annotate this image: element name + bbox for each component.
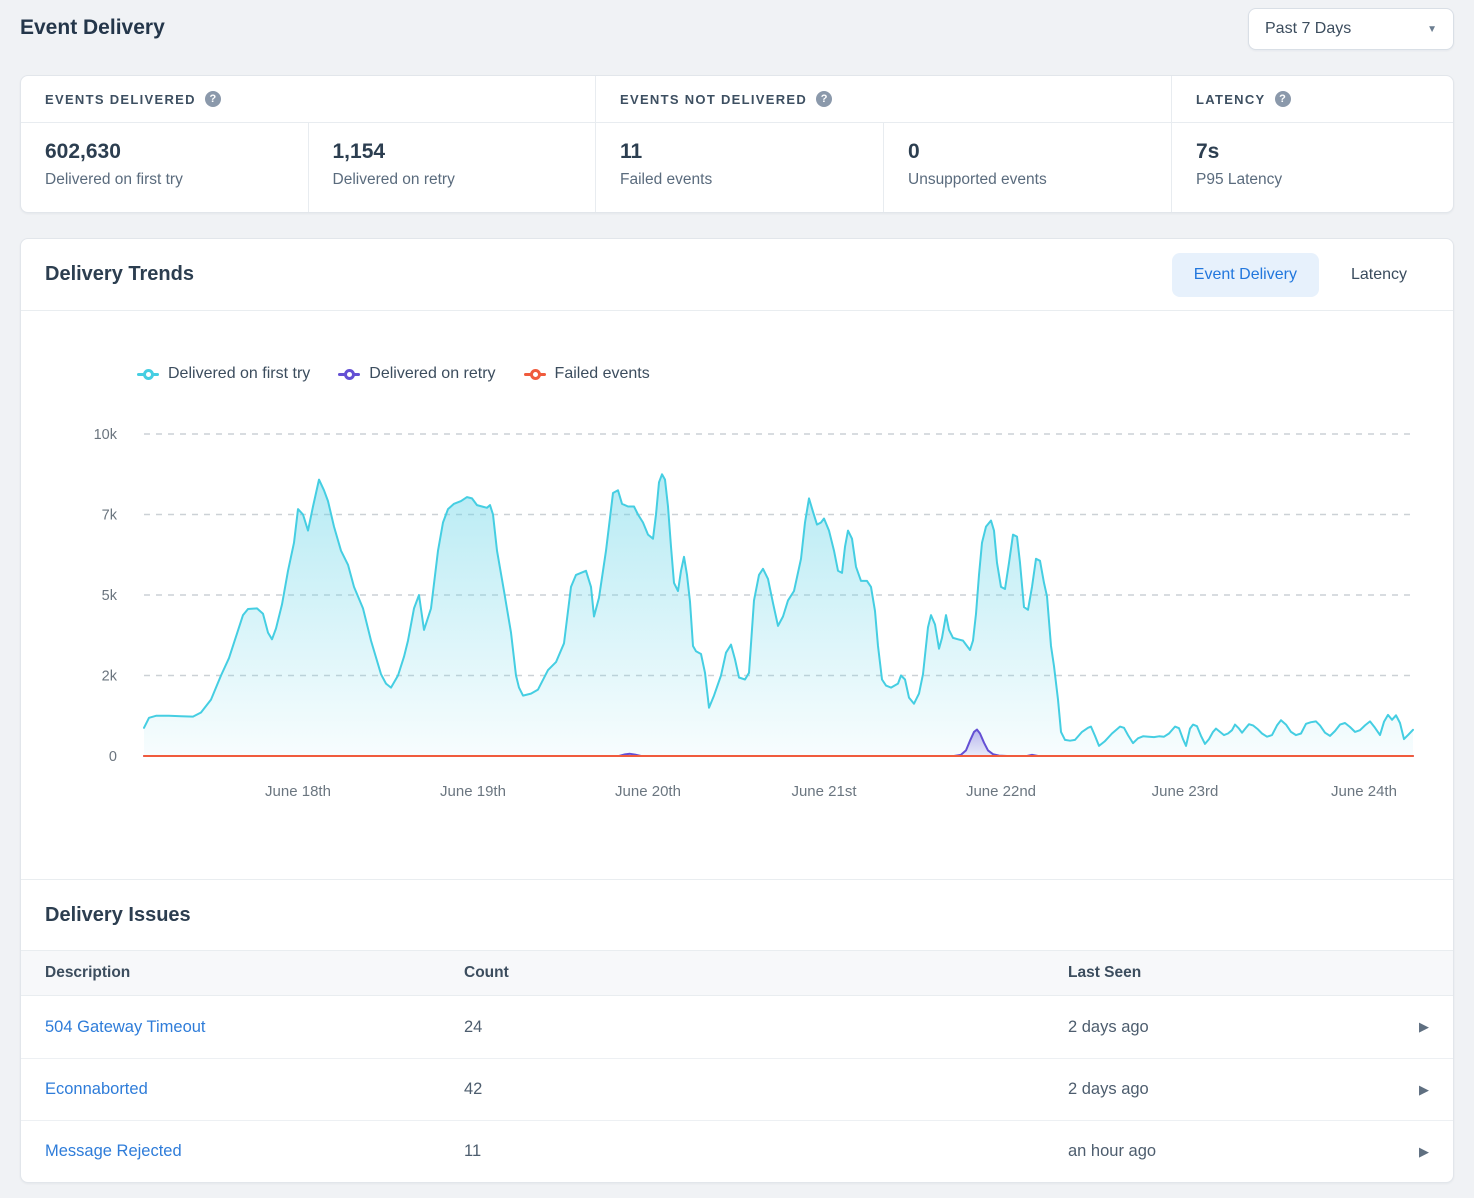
stat-group-events-delivered: EVENTS DELIVERED ? 602,630 Delivered on … bbox=[21, 76, 596, 212]
delivery-issues-header: Delivery Issues bbox=[21, 880, 1453, 950]
delivery-trends-title: Delivery Trends bbox=[45, 263, 194, 286]
delivery-trends-header: Delivery Trends Event Delivery Latency bbox=[21, 239, 1453, 311]
metric-label: Unsupported events bbox=[908, 171, 1171, 189]
issue-last-seen: 2 days ago bbox=[1068, 1018, 1399, 1037]
legend-item-failed[interactable]: Failed events bbox=[524, 365, 650, 383]
delivery-issues-title: Delivery Issues bbox=[45, 904, 191, 927]
table-row[interactable]: Message Rejected 11 an hour ago ▶ bbox=[21, 1120, 1453, 1182]
issue-count: 24 bbox=[464, 1018, 1068, 1037]
help-icon[interactable]: ? bbox=[816, 91, 832, 107]
help-icon[interactable]: ? bbox=[205, 91, 221, 107]
metric-value: 7s bbox=[1196, 140, 1453, 164]
metric-value: 0 bbox=[908, 140, 1171, 164]
chevron-right-icon[interactable]: ▶ bbox=[1399, 1019, 1429, 1035]
chevron-down-icon: ▼ bbox=[1427, 24, 1437, 35]
svg-text:June 23rd: June 23rd bbox=[1152, 783, 1219, 800]
column-description: Description bbox=[45, 964, 464, 982]
issue-description-link[interactable]: Message Rejected bbox=[45, 1142, 182, 1160]
svg-text:5k: 5k bbox=[102, 588, 118, 604]
chevron-right-icon[interactable]: ▶ bbox=[1399, 1144, 1429, 1160]
metric-unsupported-events: 0 Unsupported events bbox=[883, 123, 1171, 212]
metric-value: 11 bbox=[620, 140, 883, 164]
stat-group-latency: LATENCY ? 7s P95 Latency bbox=[1172, 76, 1453, 212]
issue-last-seen: an hour ago bbox=[1068, 1142, 1399, 1161]
issue-count: 42 bbox=[464, 1080, 1068, 1099]
legend-marker-icon bbox=[524, 369, 546, 380]
delivery-trends-card: Delivery Trends Event Delivery Latency D… bbox=[20, 238, 1454, 1183]
legend-marker-icon bbox=[338, 369, 360, 380]
svg-text:June 24th: June 24th bbox=[1331, 783, 1397, 800]
legend-item-retry[interactable]: Delivered on retry bbox=[338, 365, 495, 383]
svg-text:10k: 10k bbox=[94, 427, 118, 443]
legend-label: Failed events bbox=[555, 365, 650, 383]
metric-failed-events: 11 Failed events bbox=[596, 123, 883, 212]
metric-label: Failed events bbox=[620, 171, 883, 189]
delivery-trends-chart: Delivered on first try Delivered on retr… bbox=[21, 311, 1453, 879]
issue-description-link[interactable]: 504 Gateway Timeout bbox=[45, 1018, 206, 1036]
metric-label: P95 Latency bbox=[1196, 171, 1453, 189]
table-row[interactable]: 504 Gateway Timeout 24 2 days ago ▶ bbox=[21, 996, 1453, 1058]
metric-label: Delivered on retry bbox=[333, 171, 596, 189]
stat-group-header: EVENTS NOT DELIVERED ? bbox=[596, 76, 1171, 123]
page-header: Event Delivery Past 7 Days ▼ bbox=[0, 0, 1474, 75]
legend-item-first-try[interactable]: Delivered on first try bbox=[137, 365, 310, 383]
column-count: Count bbox=[464, 964, 1068, 982]
stat-group-events-not-delivered: EVENTS NOT DELIVERED ? 11 Failed events … bbox=[596, 76, 1172, 212]
svg-text:2k: 2k bbox=[102, 669, 118, 685]
stat-group-label: EVENTS DELIVERED bbox=[45, 92, 196, 107]
tab-latency[interactable]: Latency bbox=[1329, 253, 1429, 297]
svg-text:June 21st: June 21st bbox=[791, 783, 857, 800]
chevron-right-icon[interactable]: ▶ bbox=[1399, 1082, 1429, 1098]
column-last-seen: Last Seen bbox=[1068, 964, 1399, 982]
legend-label: Delivered on retry bbox=[369, 365, 495, 383]
delivery-issues-section: Delivery Issues Description Count Last S… bbox=[21, 879, 1453, 1182]
metric-p95-latency: 7s P95 Latency bbox=[1172, 123, 1453, 212]
stats-summary-card: EVENTS DELIVERED ? 602,630 Delivered on … bbox=[20, 75, 1454, 213]
svg-text:June 18th: June 18th bbox=[265, 783, 331, 800]
stat-group-label: EVENTS NOT DELIVERED bbox=[620, 92, 807, 107]
svg-text:June 22nd: June 22nd bbox=[966, 783, 1036, 800]
time-range-select[interactable]: Past 7 Days ▼ bbox=[1248, 8, 1454, 50]
metric-label: Delivered on first try bbox=[45, 171, 308, 189]
metric-value: 1,154 bbox=[333, 140, 596, 164]
stat-group-label: LATENCY bbox=[1196, 92, 1266, 107]
legend-label: Delivered on first try bbox=[168, 365, 310, 383]
stat-group-header: EVENTS DELIVERED ? bbox=[21, 76, 595, 123]
metric-value: 602,630 bbox=[45, 140, 308, 164]
issue-last-seen: 2 days ago bbox=[1068, 1080, 1399, 1099]
svg-text:June 20th: June 20th bbox=[615, 783, 681, 800]
legend-marker-icon bbox=[137, 369, 159, 380]
table-row[interactable]: Econnaborted 42 2 days ago ▶ bbox=[21, 1058, 1453, 1120]
chart-legend: Delivered on first try Delivered on retr… bbox=[137, 365, 650, 383]
stat-group-header: LATENCY ? bbox=[1172, 76, 1453, 123]
issue-description-link[interactable]: Econnaborted bbox=[45, 1080, 148, 1098]
time-range-value: Past 7 Days bbox=[1265, 20, 1351, 38]
metric-delivered-first-try: 602,630 Delivered on first try bbox=[21, 123, 308, 212]
help-icon[interactable]: ? bbox=[1275, 91, 1291, 107]
metric-delivered-retry: 1,154 Delivered on retry bbox=[308, 123, 596, 212]
page-title: Event Delivery bbox=[20, 16, 165, 40]
trends-tabs: Event Delivery Latency bbox=[1172, 253, 1429, 297]
svg-text:June 19th: June 19th bbox=[440, 783, 506, 800]
tab-event-delivery[interactable]: Event Delivery bbox=[1172, 253, 1319, 297]
trend-area-chart: 0 2k 5k 7k 10k June 18th June 19th June 20th Jun… bbox=[21, 406, 1455, 816]
issues-table-header: Description Count Last Seen bbox=[21, 950, 1453, 996]
svg-text:7k: 7k bbox=[102, 508, 118, 524]
issue-count: 11 bbox=[464, 1142, 1068, 1161]
svg-text:0: 0 bbox=[109, 749, 117, 765]
